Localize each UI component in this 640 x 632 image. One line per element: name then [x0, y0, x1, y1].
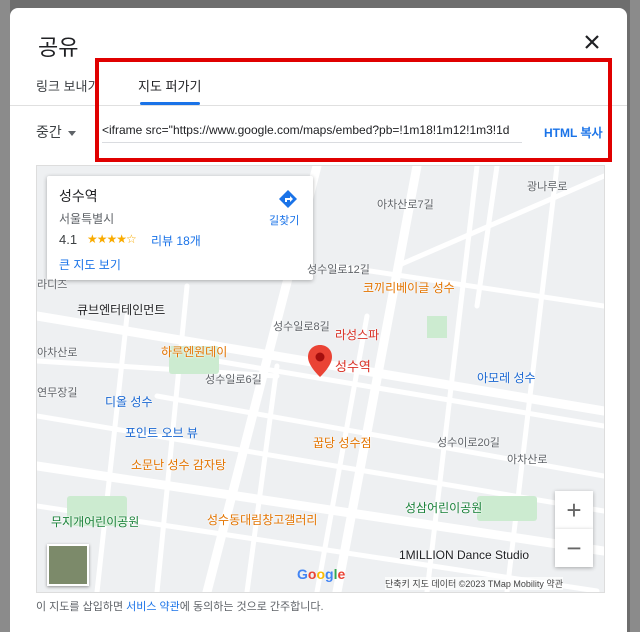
zoom-in-button[interactable]: +: [555, 491, 593, 529]
map-poi: 큐브엔터테인먼트: [77, 303, 166, 317]
caret-down-icon: [67, 130, 76, 136]
map-label: 광나루로: [527, 181, 568, 193]
map-poi: 하루엔원데이: [161, 345, 228, 359]
map-poi: 성삼어린이공원: [405, 501, 483, 515]
google-logo: Google: [297, 566, 346, 582]
size-dropdown-value: 중간: [36, 124, 62, 140]
map-poi: 디올 성수: [105, 395, 153, 409]
close-icon[interactable]: [580, 30, 604, 54]
map-label: 라디즈: [37, 279, 68, 291]
map-label: 성수일로12길: [307, 264, 370, 276]
backdrop-left: [0, 0, 10, 632]
map-label: 연무장길: [37, 387, 78, 399]
size-dropdown[interactable]: 중간: [36, 122, 76, 142]
backdrop-right: [630, 0, 640, 632]
map-label: 아차산로: [37, 347, 78, 359]
map-poi: 소문난 성수 감자탕: [131, 458, 226, 472]
place-info-card: 성수역 서울특별시 4.1 ★★★★☆ 리뷰 18개 큰 지도 보기 길찾기: [47, 176, 313, 280]
map-label: 아차산로7길: [377, 199, 434, 211]
map-poi: 무지개어린이공원: [51, 515, 140, 529]
map-preview[interactable]: 성수역 서울특별시 4.1 ★★★★☆ 리뷰 18개 큰 지도 보기 길찾기 아…: [36, 165, 605, 593]
map-label: 아차산로: [507, 454, 548, 466]
map-label: 성수일로6길: [205, 374, 262, 386]
place-rating: 4.1: [59, 232, 78, 247]
map-poi: 포인트 오브 뷰: [125, 426, 198, 440]
place-name: 성수역: [59, 188, 98, 204]
directions-icon[interactable]: [277, 188, 299, 210]
map-poi: 코끼리베이글 성수: [363, 281, 455, 295]
dialog-title: 공유: [38, 35, 79, 60]
station-label: 성수역: [335, 359, 371, 374]
terms-prefix: 이 지도를 삽입하면: [36, 601, 127, 613]
terms-link[interactable]: 서비스 약관: [126, 601, 180, 613]
larger-map-link[interactable]: 큰 지도 보기: [59, 256, 121, 273]
map-label: 성수이로20길: [437, 437, 500, 449]
reviews-link[interactable]: 리뷰 18개: [151, 232, 201, 249]
satellite-toggle[interactable]: [47, 544, 89, 586]
terms-suffix: 에 동의하는 것으로 간주합니다.: [179, 601, 324, 613]
share-dialog: 공유 링크 보내기 지도 퍼가기 중간 <iframe src="https:/…: [10, 8, 627, 632]
map-poi: 1MILLION Dance Studio: [399, 548, 530, 562]
tab-send-link[interactable]: 링크 보내기: [36, 76, 99, 95]
map-attribution[interactable]: 단축키 지도 데이터 ©2023 TMap Mobility 약관: [385, 577, 563, 590]
map-poi: 라성스파: [335, 328, 380, 342]
red-highlight-box: [95, 58, 612, 162]
directions-label[interactable]: 길찾기: [269, 212, 299, 228]
rating-stars: ★★★★☆: [87, 232, 137, 246]
map-label: 성수일로8길: [273, 321, 330, 333]
place-address: 서울특별시: [59, 212, 115, 226]
map-poi: 꿉당 성수점: [313, 436, 372, 450]
zoom-out-button[interactable]: −: [555, 529, 593, 567]
terms-notice: 이 지도를 삽입하면 서비스 약관에 동의하는 것으로 간주합니다.: [36, 598, 324, 614]
map-poi: 성수동대림창고갤러리: [207, 513, 318, 527]
map-pin-icon: [308, 345, 332, 377]
map-poi: 아모레 성수: [477, 371, 536, 385]
